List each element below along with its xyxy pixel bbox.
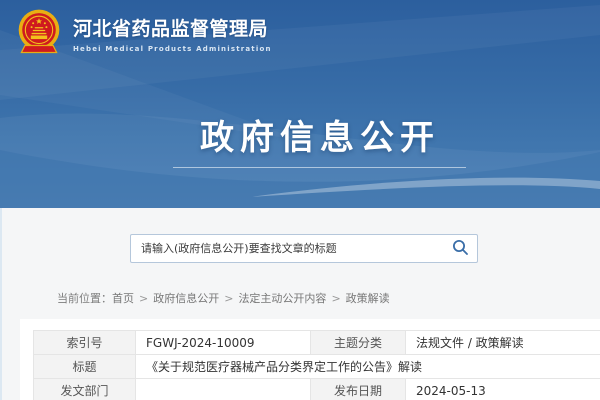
table-row: 标题 《关于规范医疗器械产品分类界定工作的公告》解读 bbox=[34, 355, 600, 379]
table-row: 索引号 FGWJ-2024-10009 主题分类 法规文件 / 政策解读 bbox=[34, 331, 600, 355]
site-name-zh: 河北省药品监督管理局 bbox=[73, 14, 272, 41]
page-left-edge bbox=[0, 208, 2, 400]
publish-date-value: 2024-05-13 bbox=[406, 379, 600, 400]
breadcrumb-link-gov-info[interactable]: 政府信息公开 bbox=[153, 292, 219, 305]
search-button[interactable] bbox=[449, 235, 477, 262]
breadcrumb-link-statutory-disclosure[interactable]: 法定主动公开内容 bbox=[238, 292, 326, 305]
title-value: 《关于规范医疗器械产品分类界定工作的公告》解读 bbox=[136, 355, 600, 379]
index-number-label: 索引号 bbox=[34, 331, 136, 355]
breadcrumb-separator: > bbox=[139, 292, 148, 305]
issuing-department-value bbox=[136, 379, 311, 400]
breadcrumb: 当前位置：首页 > 政府信息公开 > 法定主动公开内容 > 政策解读 bbox=[57, 290, 390, 306]
page-header: 河北省药品监督管理局 Hebei Medical Products Admini… bbox=[0, 0, 600, 208]
national-emblem-icon bbox=[14, 6, 64, 60]
publish-date-label: 发布日期 bbox=[311, 379, 406, 400]
document-info-card: 索引号 FGWJ-2024-10009 主题分类 法规文件 / 政策解读 标题 … bbox=[20, 319, 600, 400]
topic-category-label: 主题分类 bbox=[311, 331, 406, 355]
breadcrumb-separator: > bbox=[331, 292, 340, 305]
table-row: 发文部门 发布日期 2024-05-13 bbox=[34, 379, 600, 400]
banner-title: 政府信息公开 bbox=[40, 110, 600, 159]
document-info-table: 索引号 FGWJ-2024-10009 主题分类 法规文件 / 政策解读 标题 … bbox=[33, 330, 600, 400]
search-input[interactable] bbox=[131, 235, 449, 262]
title-label: 标题 bbox=[34, 355, 136, 379]
site-logo[interactable]: 河北省药品监督管理局 Hebei Medical Products Admini… bbox=[14, 6, 272, 60]
site-name-en: Hebei Medical Products Administration bbox=[73, 45, 272, 53]
breadcrumb-link-home[interactable]: 首页 bbox=[112, 292, 134, 305]
search-box bbox=[130, 234, 478, 263]
breadcrumb-label: 当前位置： bbox=[57, 292, 112, 305]
issuing-department-label: 发文部门 bbox=[34, 379, 136, 400]
search-icon bbox=[452, 239, 469, 259]
breadcrumb-separator: > bbox=[224, 292, 233, 305]
index-number-value: FGWJ-2024-10009 bbox=[136, 331, 311, 355]
breadcrumb-current: 政策解读 bbox=[346, 292, 390, 305]
banner-divider bbox=[173, 167, 466, 168]
topic-category-value: 法规文件 / 政策解读 bbox=[406, 331, 600, 355]
